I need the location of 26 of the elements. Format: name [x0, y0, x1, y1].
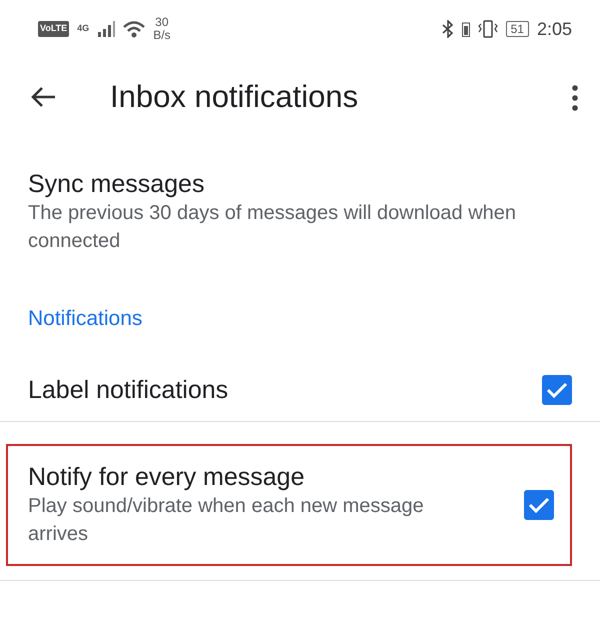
signal-icon	[97, 21, 116, 37]
vibrate-icon	[478, 20, 498, 38]
more-button[interactable]	[572, 84, 578, 110]
volte-badge: VoLTE	[38, 21, 70, 37]
setting-description: Play sound/vibrate when each new message arrives	[28, 494, 425, 546]
setting-title: Sync messages	[28, 169, 206, 199]
page-title: Inbox notifications	[110, 78, 360, 116]
bluetooth-icon	[442, 20, 454, 38]
battery-small-icon	[462, 21, 470, 37]
check-icon	[528, 496, 550, 514]
more-icon	[572, 84, 578, 110]
battery-level: 51	[506, 21, 529, 37]
setting-title: Notify for every message	[28, 462, 306, 492]
section-header: Notifications	[28, 306, 144, 332]
back-button[interactable]	[30, 86, 56, 110]
checkbox[interactable]	[524, 490, 554, 520]
setting-title: Label notifications	[28, 374, 230, 404]
speed-value: 30	[154, 16, 170, 29]
network-type: 4G	[77, 22, 90, 36]
check-icon	[546, 380, 568, 398]
speed-unit: B/s	[153, 29, 171, 42]
setting-description: The previous 30 days of messages will download when connected	[28, 201, 518, 254]
checkbox[interactable]	[542, 374, 572, 404]
back-arrow-icon	[30, 86, 56, 108]
wifi-icon	[123, 20, 146, 38]
clock: 2:05	[536, 18, 572, 40]
